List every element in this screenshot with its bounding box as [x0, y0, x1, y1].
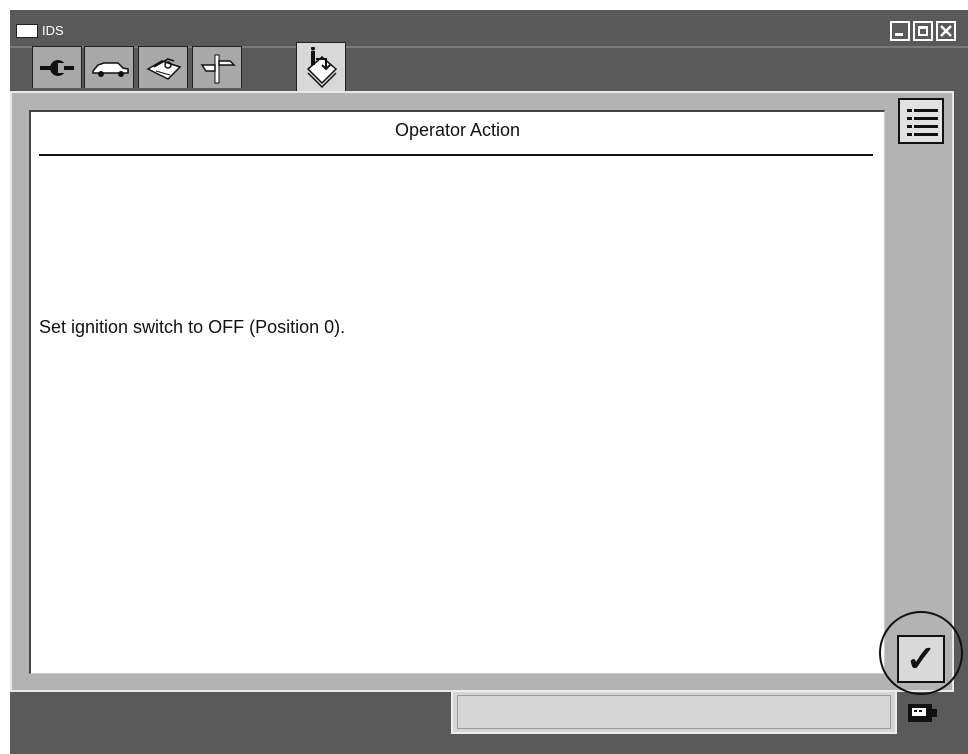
highlight-circle	[879, 611, 963, 695]
connector-icon	[40, 60, 74, 76]
window-title: IDS	[42, 23, 64, 38]
tab-connector[interactable]	[32, 46, 82, 88]
instruction-text: Set ignition switch to OFF (Position 0).	[39, 317, 346, 337]
close-button[interactable]	[936, 21, 956, 41]
minimize-button[interactable]	[890, 21, 910, 41]
heading-divider	[39, 154, 873, 156]
list-button[interactable]	[898, 98, 944, 144]
list-icon	[907, 109, 938, 136]
signpost-icon	[200, 54, 236, 84]
vehicle-icon	[92, 62, 129, 77]
info-manual-icon	[306, 47, 338, 89]
tab-vehicle[interactable]	[84, 46, 134, 88]
dialog-heading: Operator Action	[394, 120, 521, 140]
tab-toolbox[interactable]	[138, 46, 188, 88]
tab-signpost[interactable]	[192, 46, 242, 88]
status-field-inner	[457, 695, 891, 729]
status-field	[451, 690, 897, 734]
close-icon	[940, 25, 952, 37]
maximize-button[interactable]	[913, 21, 933, 41]
title-bar: IDS	[10, 10, 968, 48]
communication-status-icon	[908, 704, 937, 722]
toolbox-icon	[146, 58, 182, 80]
tab-information[interactable]	[296, 42, 346, 92]
operator-action-dialog: Operator Action Set ignition switch to O…	[29, 110, 885, 674]
window-app-icon	[16, 24, 38, 38]
